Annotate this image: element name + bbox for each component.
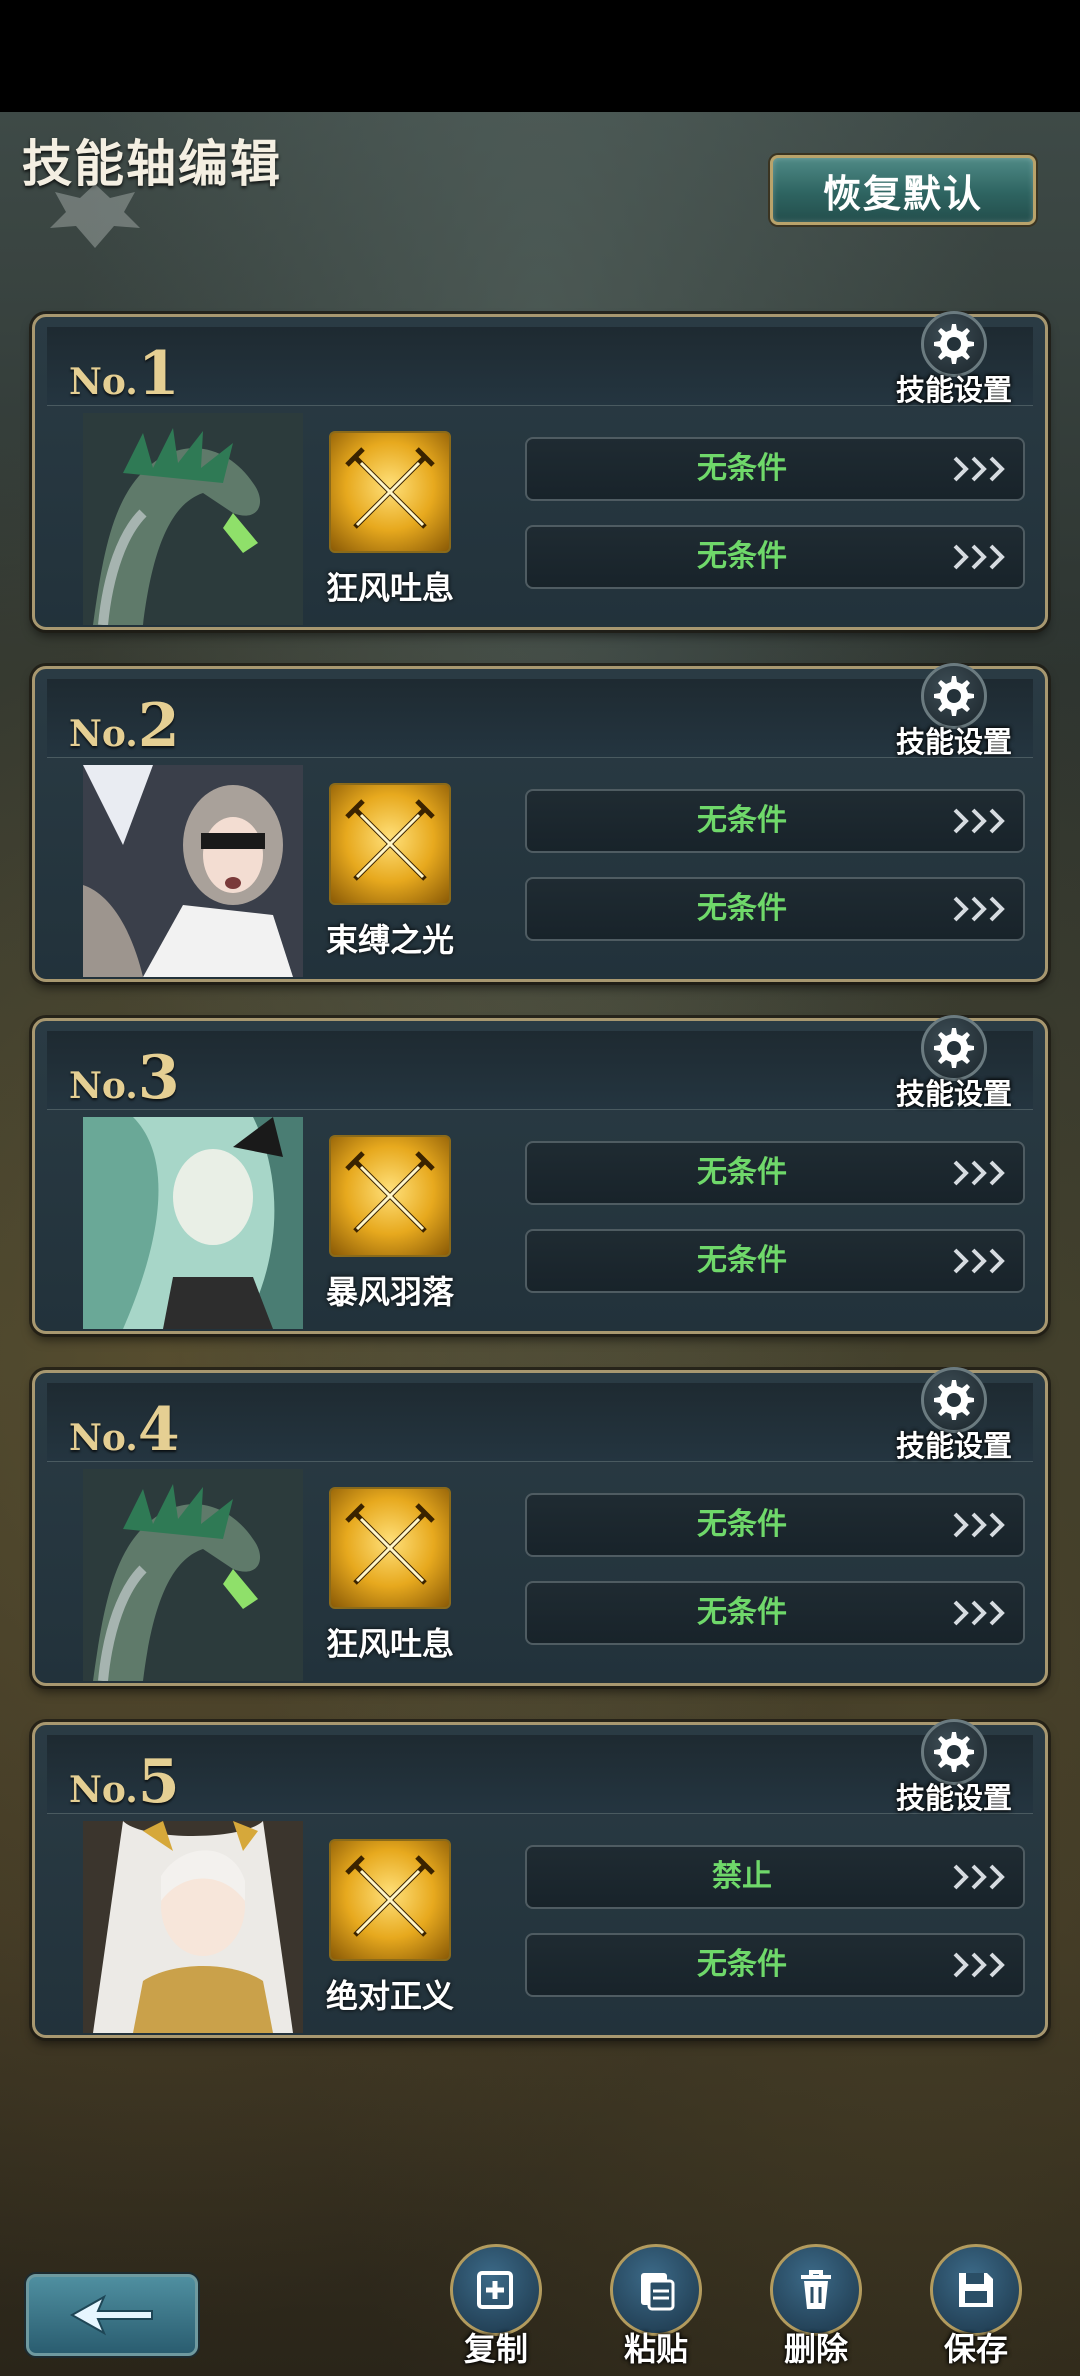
skill-settings-button[interactable]: 技能设置 bbox=[889, 1719, 1019, 1819]
triple-chevron-right-icon bbox=[951, 542, 1009, 572]
skill-name: 暴风羽落 bbox=[325, 1273, 454, 1311]
condition-button[interactable]: 禁止 bbox=[525, 1845, 1025, 1909]
skill-settings-label: 技能设置 bbox=[895, 725, 1012, 759]
condition-text: 禁止 bbox=[712, 1859, 772, 1894]
trash-icon bbox=[770, 2244, 862, 2336]
crossed-swords-icon[interactable] bbox=[329, 431, 451, 553]
condition-text: 无条件 bbox=[697, 891, 787, 926]
triple-chevron-right-icon bbox=[951, 1598, 1009, 1628]
condition-button[interactable]: 无条件 bbox=[525, 789, 1025, 853]
skill-settings-label: 技能设置 bbox=[895, 373, 1012, 407]
skill-name: 绝对正义 bbox=[325, 1977, 454, 2015]
condition-button[interactable]: 无条件 bbox=[525, 1933, 1025, 1997]
condition-text: 无条件 bbox=[697, 1155, 787, 1190]
crossed-swords-icon[interactable] bbox=[329, 1487, 451, 1609]
condition-text: 无条件 bbox=[697, 803, 787, 838]
condition-button[interactable]: 无条件 bbox=[525, 877, 1025, 941]
condition-text: 无条件 bbox=[697, 1243, 787, 1278]
paste-icon bbox=[610, 2244, 702, 2336]
save-disk-icon bbox=[930, 2244, 1022, 2336]
card-number: No.5 bbox=[69, 1747, 180, 1817]
triple-chevron-right-icon bbox=[951, 894, 1009, 924]
condition-button[interactable]: 无条件 bbox=[525, 1493, 1025, 1557]
skill-card-4: No.4 技能设置 狂风吐息 无条件 无条件 bbox=[32, 1367, 1048, 1686]
back-arrow-icon bbox=[69, 2294, 153, 2336]
skill-card-1: No.1 技能设置 狂风吐息 无条件 无条件 bbox=[32, 311, 1048, 630]
card-number: No.4 bbox=[69, 1395, 180, 1465]
copy-plus-icon bbox=[450, 2244, 542, 2336]
condition-text: 无条件 bbox=[697, 1947, 787, 1982]
skill-card-3: No.3 技能设置 暴风羽落 无条件 无条件 bbox=[32, 1015, 1048, 1334]
triple-chevron-right-icon bbox=[951, 1246, 1009, 1276]
skill-settings-button[interactable]: 技能设置 bbox=[889, 663, 1019, 763]
copy-button[interactable]: 复制 bbox=[440, 2244, 550, 2376]
skill-settings-button[interactable]: 技能设置 bbox=[889, 1367, 1019, 1467]
skill-name: 狂风吐息 bbox=[325, 569, 454, 607]
crossed-swords-icon[interactable] bbox=[329, 1839, 451, 1961]
skill-settings-label: 技能设置 bbox=[895, 1781, 1012, 1815]
triple-chevron-right-icon bbox=[951, 1510, 1009, 1540]
skill-card-2: No.2 技能设置 束缚之光 无条件 无条件 bbox=[32, 663, 1048, 982]
skill-settings-label: 技能设置 bbox=[895, 1429, 1012, 1463]
skill-name: 束缚之光 bbox=[325, 921, 454, 959]
triple-chevron-right-icon bbox=[951, 454, 1009, 484]
triple-chevron-right-icon bbox=[951, 1950, 1009, 1980]
condition-button[interactable]: 无条件 bbox=[525, 1141, 1025, 1205]
character-portrait bbox=[83, 1117, 303, 1329]
skill-settings-label: 技能设置 bbox=[895, 1077, 1012, 1111]
paste-label: 粘贴 bbox=[623, 2330, 688, 2368]
character-portrait bbox=[83, 1469, 303, 1681]
condition-button[interactable]: 无条件 bbox=[525, 1229, 1025, 1293]
condition-button[interactable]: 无条件 bbox=[525, 1581, 1025, 1645]
copy-label: 复制 bbox=[463, 2330, 528, 2368]
status-bar bbox=[0, 0, 1080, 112]
paste-button[interactable]: 粘贴 bbox=[600, 2244, 710, 2376]
condition-text: 无条件 bbox=[697, 539, 787, 574]
condition-text: 无条件 bbox=[697, 1595, 787, 1630]
character-portrait bbox=[83, 413, 303, 625]
dragon-emblem-icon bbox=[50, 184, 140, 248]
card-number: No.3 bbox=[69, 1043, 180, 1113]
condition-text: 无条件 bbox=[697, 1507, 787, 1542]
reset-default-button[interactable]: 恢复默认 bbox=[770, 155, 1036, 225]
condition-text: 无条件 bbox=[697, 451, 787, 486]
condition-button[interactable]: 无条件 bbox=[525, 437, 1025, 501]
delete-label: 删除 bbox=[783, 2330, 848, 2368]
condition-button[interactable]: 无条件 bbox=[525, 525, 1025, 589]
back-button[interactable] bbox=[26, 2274, 198, 2356]
skill-card-5: No.5 技能设置 绝对正义 禁止 无条件 bbox=[32, 1719, 1048, 2038]
skill-settings-button[interactable]: 技能设置 bbox=[889, 1015, 1019, 1115]
skill-name: 狂风吐息 bbox=[325, 1625, 454, 1663]
skill-settings-button[interactable]: 技能设置 bbox=[889, 311, 1019, 411]
character-portrait bbox=[83, 765, 303, 977]
card-number: No.2 bbox=[69, 691, 180, 761]
triple-chevron-right-icon bbox=[951, 1158, 1009, 1188]
triple-chevron-right-icon bbox=[951, 806, 1009, 836]
delete-button[interactable]: 删除 bbox=[760, 2244, 870, 2376]
crossed-swords-icon[interactable] bbox=[329, 783, 451, 905]
triple-chevron-right-icon bbox=[951, 1862, 1009, 1892]
card-number: No.1 bbox=[69, 339, 180, 409]
save-label: 保存 bbox=[943, 2330, 1008, 2368]
save-button[interactable]: 保存 bbox=[920, 2244, 1030, 2376]
crossed-swords-icon[interactable] bbox=[329, 1135, 451, 1257]
character-portrait bbox=[83, 1821, 303, 2033]
